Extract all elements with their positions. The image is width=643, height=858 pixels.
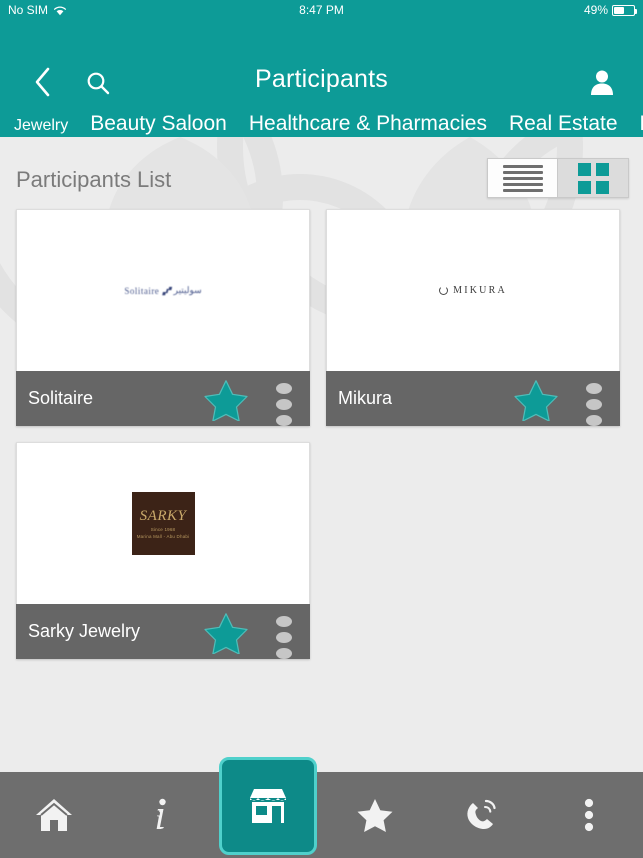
list-view-button[interactable]: [487, 158, 558, 198]
solitaire-logo-arabic: سوليتير: [173, 285, 202, 295]
star-icon[interactable]: [514, 379, 558, 421]
bottom-navigation: i: [0, 757, 643, 858]
more-vertical-icon: [585, 798, 594, 832]
list-title: Participants List: [16, 167, 172, 192]
grid-view-icon: [577, 162, 609, 194]
header-nav-row: Participants: [0, 21, 643, 97]
nav-item-favorites[interactable]: [322, 772, 429, 858]
battery-percent-label: 49%: [583, 3, 608, 17]
status-bar-right: 49%: [583, 0, 637, 21]
svg-text:i: i: [155, 803, 163, 833]
participant-card-footer: Mikura: [326, 371, 620, 426]
solitaire-logo-mark: ⑇: [162, 282, 171, 298]
view-toggle[interactable]: [487, 158, 629, 198]
person-icon: [591, 70, 613, 95]
star-icon: [357, 799, 393, 832]
solitaire-logo-text: Solitaire: [124, 285, 160, 296]
list-view-icon: [502, 164, 543, 192]
participants-grid: Solitaire ⑇ سوليتير Solitaire MIKURA Mik…: [0, 209, 643, 659]
nav-item-home[interactable]: [0, 772, 107, 858]
info-icon: i: [155, 798, 166, 833]
sarky-logo-text: SARKY: [139, 507, 187, 524]
store-icon: [249, 789, 286, 823]
more-vertical-icon[interactable]: [276, 383, 292, 426]
app-screen: No SIM 8:47 PM 49% Participants Jewelry …: [0, 0, 643, 858]
mikura-logo-icon: MIKURA: [439, 285, 507, 296]
star-icon[interactable]: [204, 379, 248, 421]
mikura-logo-text: MIKURA: [453, 285, 507, 296]
status-bar: No SIM 8:47 PM 49%: [0, 0, 643, 21]
participant-card[interactable]: Solitaire ⑇ سوليتير Solitaire: [16, 209, 310, 426]
status-bar-time: 8:47 PM: [299, 3, 344, 17]
participant-logo: MIKURA: [326, 209, 620, 371]
participant-name: Mikura: [338, 388, 393, 408]
nav-item-more[interactable]: [536, 772, 643, 858]
home-icon: [35, 799, 72, 831]
solitaire-logo-icon: Solitaire ⑇ سوليتير: [124, 283, 201, 299]
participant-card-footer: Solitaire: [16, 371, 310, 426]
participant-card[interactable]: MIKURA Mikura: [326, 209, 620, 426]
sarky-logo-subtitle-2: Marina Mall - Abu Dhabi: [136, 533, 190, 539]
more-vertical-icon[interactable]: [586, 383, 602, 426]
mikura-logo-mark: [439, 286, 449, 295]
profile-button[interactable]: [587, 66, 617, 98]
app-header: Participants Jewelry Beauty Saloon Healt…: [0, 21, 643, 145]
nav-item-call[interactable]: [429, 772, 536, 858]
star-icon[interactable]: [204, 612, 248, 654]
participant-logo: SARKY Since 1968 Marina Mall - Abu Dhabi: [16, 442, 310, 604]
sarky-logo-subtitle-1: Since 1968: [150, 526, 176, 532]
page-title: Participants: [254, 65, 388, 93]
participant-name: Solitaire: [28, 388, 94, 408]
nav-item-store[interactable]: [214, 757, 321, 858]
battery-icon: [612, 5, 637, 16]
nav-store-active-background: [218, 757, 317, 855]
participant-logo: Solitaire ⑇ سوليتير: [16, 209, 310, 371]
list-header: Participants List: [0, 137, 643, 209]
participant-name: Sarky Jewelry: [28, 621, 141, 641]
participant-card[interactable]: SARKY Since 1968 Marina Mall - Abu Dhabi…: [16, 442, 310, 659]
participant-card-footer: Sarky Jewelry: [16, 604, 310, 659]
nav-item-info[interactable]: i: [107, 772, 214, 858]
content-area: Participants List Solitaire ⑇ سوليتير So…: [0, 137, 643, 772]
sarky-logo-icon: SARKY Since 1968 Marina Mall - Abu Dhabi: [131, 492, 195, 555]
phone-call-icon: [467, 799, 496, 829]
more-vertical-icon[interactable]: [276, 616, 292, 659]
grid-view-button[interactable]: [558, 158, 629, 198]
